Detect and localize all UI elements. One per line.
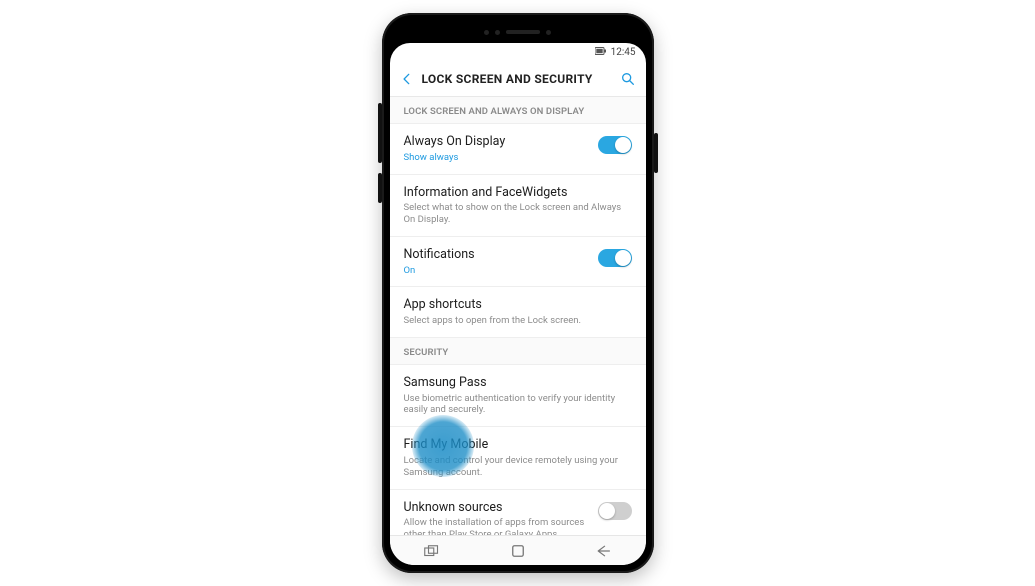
section-header-lockscreen: LOCK SCREEN AND ALWAYS ON DISPLAY [390,97,646,124]
row-app-shortcuts[interactable]: App shortcuts Select apps to open from t… [390,287,646,338]
row-title: Notifications [404,247,590,263]
battery-icon [595,46,607,59]
search-icon[interactable] [620,71,636,87]
row-facewidgets[interactable]: Information and FaceWidgets Select what … [390,175,646,237]
row-subtitle: Allow the installation of apps from sour… [404,517,590,535]
row-subtitle: Show always [404,152,590,164]
row-title: Find My Mobile [404,437,632,453]
android-nav-bar [390,535,646,565]
back-icon[interactable] [400,72,414,86]
row-title: Unknown sources [404,500,590,516]
row-subtitle: On [404,265,590,277]
row-title: Always On Display [404,134,590,150]
earpiece [390,21,646,43]
power-button [654,133,658,173]
toggle-unknown-sources[interactable] [598,502,632,520]
page-title: LOCK SCREEN AND SECURITY [422,72,612,86]
phone-frame: 12:45 LOCK SCREEN AND SECURITY LOCK SCRE… [382,13,654,573]
volume-button [378,103,382,163]
status-bar: 12:45 [390,43,646,61]
row-title: App shortcuts [404,297,632,313]
bixby-button [378,173,382,203]
row-subtitle: Select what to show on the Lock screen a… [404,202,632,226]
row-samsung-pass[interactable]: Samsung Pass Use biometric authenticatio… [390,365,646,427]
row-find-my-mobile[interactable]: Find My Mobile Locate and control your d… [390,427,646,489]
row-title: Samsung Pass [404,375,632,391]
toggle-notifications[interactable] [598,249,632,267]
status-time: 12:45 [611,47,636,58]
row-title: Information and FaceWidgets [404,185,632,201]
row-subtitle: Locate and control your device remotely … [404,455,632,479]
toggle-always-on-display[interactable] [598,136,632,154]
settings-list: LOCK SCREEN AND ALWAYS ON DISPLAY Always… [390,97,646,535]
row-subtitle: Select apps to open from the Lock screen… [404,315,632,327]
row-notifications[interactable]: Notifications On [390,237,646,288]
nav-back-icon[interactable] [595,544,611,558]
row-subtitle: Use biometric authentication to verify y… [404,393,632,417]
home-icon[interactable] [511,544,525,558]
row-unknown-sources[interactable]: Unknown sources Allow the installation o… [390,490,646,535]
app-topbar: LOCK SCREEN AND SECURITY [390,61,646,97]
row-always-on-display[interactable]: Always On Display Show always [390,124,646,175]
recents-icon[interactable] [424,545,442,557]
section-header-security: SECURITY [390,338,646,365]
